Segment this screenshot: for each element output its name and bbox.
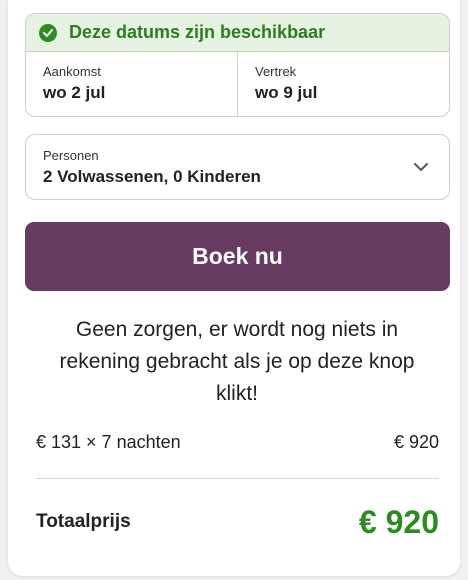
nightly-rate-label: € 131 × 7 nachten xyxy=(36,431,181,452)
arrival-date-field[interactable]: Aankomst wo 2 jul xyxy=(26,52,237,116)
total-price-row: Totaalprijs € 920 xyxy=(36,502,439,542)
departure-date-field[interactable]: Vertrek wo 9 jul xyxy=(237,52,449,116)
availability-banner: Deze datums zijn beschikbaar xyxy=(26,14,449,52)
arrival-label: Aankomst xyxy=(43,64,101,79)
date-fields: Aankomst wo 2 jul Vertrek wo 9 jul xyxy=(26,52,449,116)
arrival-value: wo 2 jul xyxy=(43,83,106,102)
departure-value: wo 9 jul xyxy=(255,83,318,102)
date-selection-box: Deze datums zijn beschikbaar Aankomst wo… xyxy=(25,13,450,117)
price-breakdown-row: € 131 × 7 nachten € 920 xyxy=(36,430,439,454)
guests-value: 2 Volwassenen, 0 Kinderen xyxy=(43,167,261,186)
total-price-value: € 920 xyxy=(358,503,439,540)
chevron-down-icon[interactable] xyxy=(413,160,429,172)
booking-reassurance-note: Geen zorgen, er wordt nog niets in reken… xyxy=(59,318,415,405)
book-now-button[interactable]: Boek nu xyxy=(25,222,450,291)
check-circle-icon xyxy=(39,23,57,42)
availability-message: Deze datums zijn beschikbaar xyxy=(69,22,326,42)
departure-label: Vertrek xyxy=(255,64,297,79)
guests-select[interactable]: Personen 2 Volwassenen, 0 Kinderen xyxy=(25,134,450,200)
total-price-label: Totaalprijs xyxy=(36,511,131,532)
guests-label: Personen xyxy=(43,148,99,163)
nightly-rate-subtotal: € 920 xyxy=(393,431,439,452)
divider xyxy=(36,478,439,479)
